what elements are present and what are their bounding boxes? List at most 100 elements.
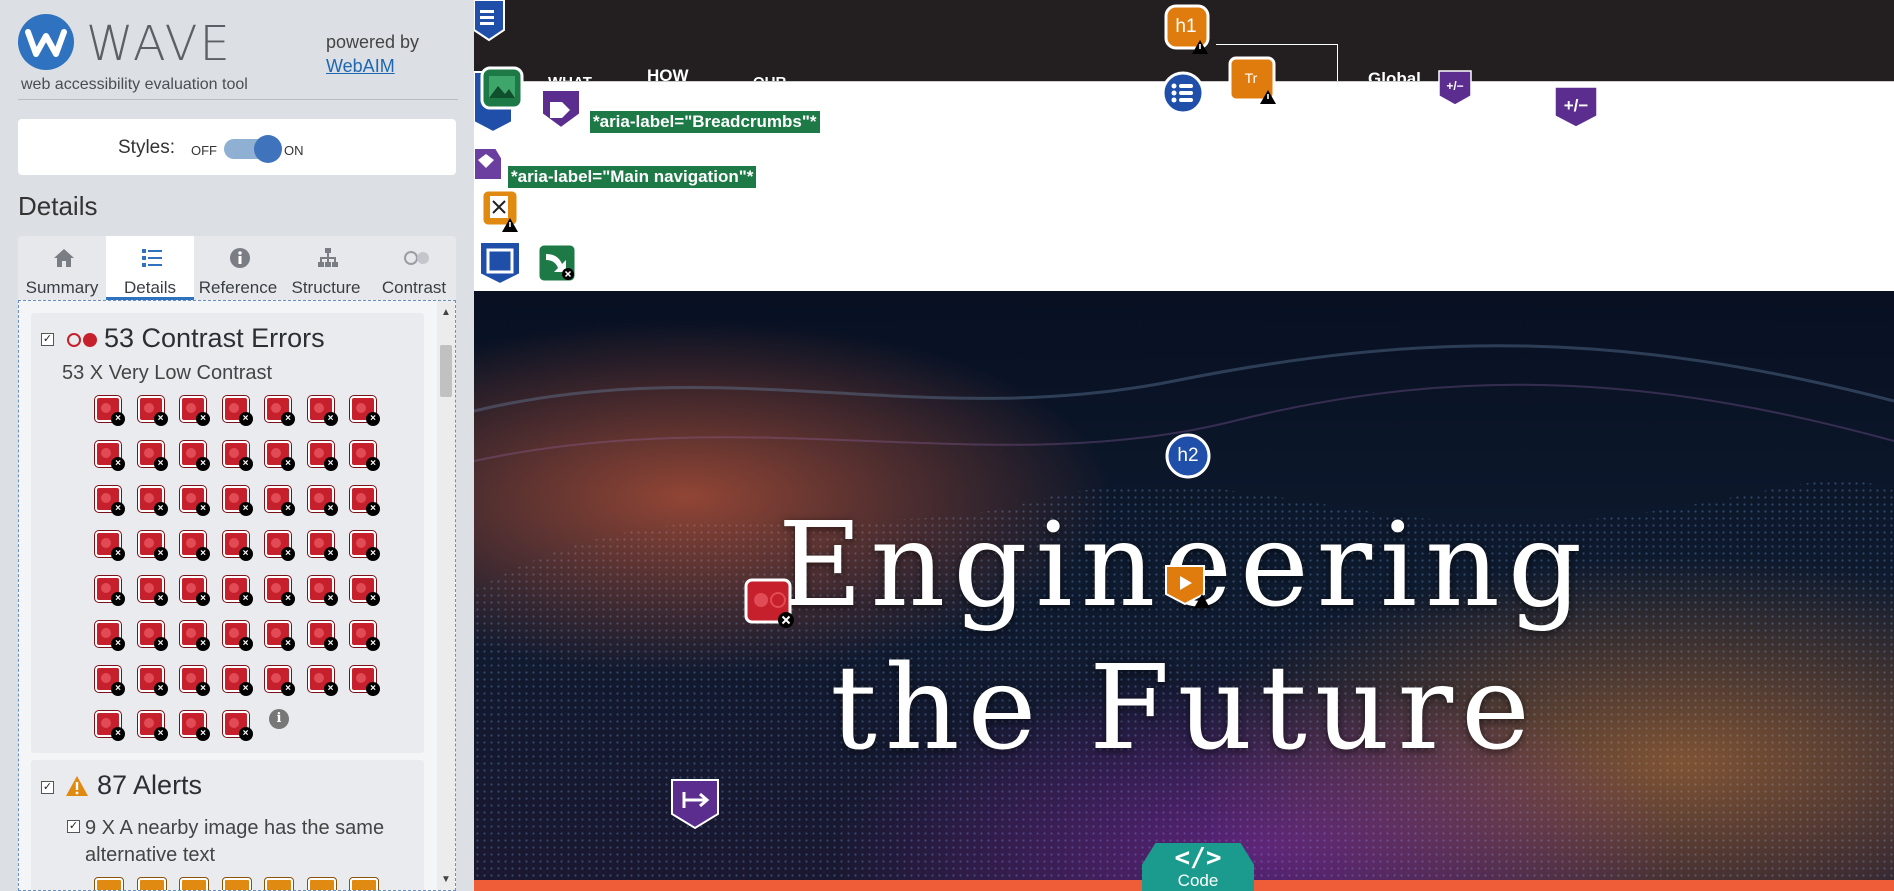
contrast-error-icon[interactable]: × [137, 486, 168, 516]
alert-image-icon[interactable] [137, 878, 166, 890]
contrast-error-icon[interactable]: × [350, 576, 380, 606]
reference-info-icon[interactable]: i [269, 709, 289, 729]
code-button[interactable]: </> Code [1142, 843, 1254, 891]
tab-details[interactable]: Details [106, 236, 194, 300]
unordered-list-icon[interactable] [1160, 70, 1206, 116]
contrast-errors-checkbox[interactable]: ✓ [41, 333, 54, 346]
contrast-error-icon[interactable]: × [137, 666, 168, 696]
contrast-error-icon[interactable]: × [137, 531, 168, 561]
error-x-icon: × [323, 502, 338, 516]
heading-level-1-icon[interactable]: h1 [1164, 4, 1210, 54]
contrast-error-icon[interactable]: × [307, 396, 338, 426]
contrast-error-icon[interactable]: × [180, 486, 210, 516]
contrast-error-icon[interactable]: × [137, 396, 168, 426]
contrast-error-icon[interactable]: × [222, 486, 253, 516]
tab-structure[interactable]: Structure [282, 236, 370, 300]
contrast-error-icon[interactable]: × [137, 711, 168, 741]
contrast-error-icon[interactable]: × [307, 486, 338, 516]
contrast-error-icon[interactable]: × [350, 486, 380, 516]
contrast-error-icon[interactable]: × [265, 666, 295, 696]
contrast-error-icon[interactable]: × [265, 396, 295, 426]
contrast-error-icon[interactable]: × [137, 576, 168, 606]
contrast-error-icon[interactable]: × [137, 441, 168, 471]
alert-image-icon[interactable] [180, 878, 208, 890]
skip-link-icon[interactable] [536, 242, 578, 284]
aria-shield-icon[interactable] [540, 88, 584, 130]
heading-level-2-icon[interactable]: h2 [1164, 432, 1212, 480]
wave-footer-region-icon[interactable] [478, 240, 522, 286]
alert-image-icon[interactable] [222, 878, 251, 890]
error-x-icon: × [153, 457, 168, 471]
details-panel[interactable]: ✓ 53 Contrast Errors 53 X Very Low Contr… [18, 300, 456, 891]
contrast-error-icon[interactable]: × [180, 531, 210, 561]
contrast-error-icon[interactable]: × [265, 531, 295, 561]
error-x-icon: × [366, 592, 380, 606]
media-alert-icon[interactable] [1164, 560, 1210, 608]
contrast-error-icon[interactable]: × [180, 396, 210, 426]
contrast-error-icon[interactable]: × [95, 441, 125, 471]
contrast-error-icon[interactable]: × [180, 441, 210, 471]
alert-type-checkbox[interactable]: ✓ [67, 820, 80, 833]
scroll-down-arrow-icon[interactable]: ▼ [441, 874, 451, 885]
aria-tag-icon[interactable] [474, 144, 504, 184]
alert-image-icon[interactable] [350, 878, 378, 890]
alert-image-icon[interactable] [265, 878, 293, 890]
text-size-alert-icon[interactable]: Tr [1228, 56, 1278, 106]
contrast-error-icon[interactable]: × [180, 711, 210, 741]
hero-heading-line-2: the Future [830, 641, 1538, 776]
contrast-error-icon[interactable]: × [95, 486, 125, 516]
contrast-error-icon[interactable]: × [95, 396, 125, 426]
contrast-error-icon[interactable]: × [95, 711, 125, 741]
contrast-error-icon[interactable]: × [350, 531, 380, 561]
contrast-error-icon[interactable]: × [180, 666, 210, 696]
error-x-icon: × [196, 547, 210, 561]
aria-expanded-icon[interactable]: +/− [1438, 70, 1472, 106]
skip-arrow-icon[interactable] [670, 778, 722, 830]
error-x-icon: × [238, 682, 253, 696]
contrast-error-icon[interactable]: × [307, 576, 338, 606]
scroll-up-arrow-icon[interactable]: ▲ [441, 307, 451, 318]
styles-toggle[interactable] [224, 135, 282, 163]
image-alt-icon[interactable] [480, 66, 524, 110]
contrast-error-icon[interactable]: × [222, 711, 253, 741]
contrast-error-icon[interactable]: × [222, 531, 253, 561]
alert-noscript-icon[interactable] [480, 188, 520, 232]
contrast-error-icon[interactable]: × [350, 441, 380, 471]
contrast-error-icon[interactable]: × [265, 486, 295, 516]
alerts-checkbox[interactable]: ✓ [41, 781, 54, 794]
contrast-error-icon[interactable]: × [222, 396, 253, 426]
contrast-error-icon[interactable]: × [222, 576, 253, 606]
scroll-thumb[interactable] [440, 345, 452, 397]
contrast-error-icon[interactable]: × [222, 441, 253, 471]
webaim-link[interactable]: WebAIM [326, 56, 395, 77]
tab-reference[interactable]: Reference [194, 236, 282, 300]
contrast-error-icon[interactable]: × [307, 441, 338, 471]
contrast-error-icon[interactable]: × [307, 531, 338, 561]
contrast-error-icon[interactable]: × [95, 531, 125, 561]
contrast-error-icon[interactable]: × [137, 621, 168, 651]
contrast-error-icon[interactable]: × [180, 621, 210, 651]
contrast-error-icon[interactable]: × [350, 666, 380, 696]
tab-summary[interactable]: Summary [18, 236, 106, 300]
tab-contrast[interactable]: Contrast [370, 236, 458, 300]
contrast-error-icon[interactable]: × [265, 621, 295, 651]
contrast-error-icon[interactable]: × [95, 666, 125, 696]
contrast-error-icon[interactable]: × [222, 666, 253, 696]
contrast-error-icon[interactable] [744, 578, 794, 628]
error-x-icon: × [366, 412, 380, 426]
contrast-error-icon[interactable]: × [265, 441, 295, 471]
wave-structure-icon[interactable] [474, 0, 506, 42]
contrast-error-icon[interactable]: × [350, 621, 380, 651]
contrast-error-icon[interactable]: × [350, 396, 380, 426]
panel-scrollbar[interactable]: ▲ ▼ [437, 301, 455, 890]
contrast-error-icon[interactable]: × [95, 576, 125, 606]
contrast-error-icon[interactable]: × [265, 576, 295, 606]
contrast-error-icon[interactable]: × [222, 621, 253, 651]
contrast-error-icon[interactable]: × [307, 621, 338, 651]
contrast-error-icon[interactable]: × [95, 621, 125, 651]
contrast-error-icon[interactable]: × [307, 666, 338, 696]
aria-expanded-icon[interactable]: +/− [1554, 86, 1598, 128]
contrast-error-icon[interactable]: × [180, 576, 210, 606]
alert-image-icon[interactable] [95, 878, 123, 890]
alert-image-icon[interactable] [307, 878, 336, 890]
